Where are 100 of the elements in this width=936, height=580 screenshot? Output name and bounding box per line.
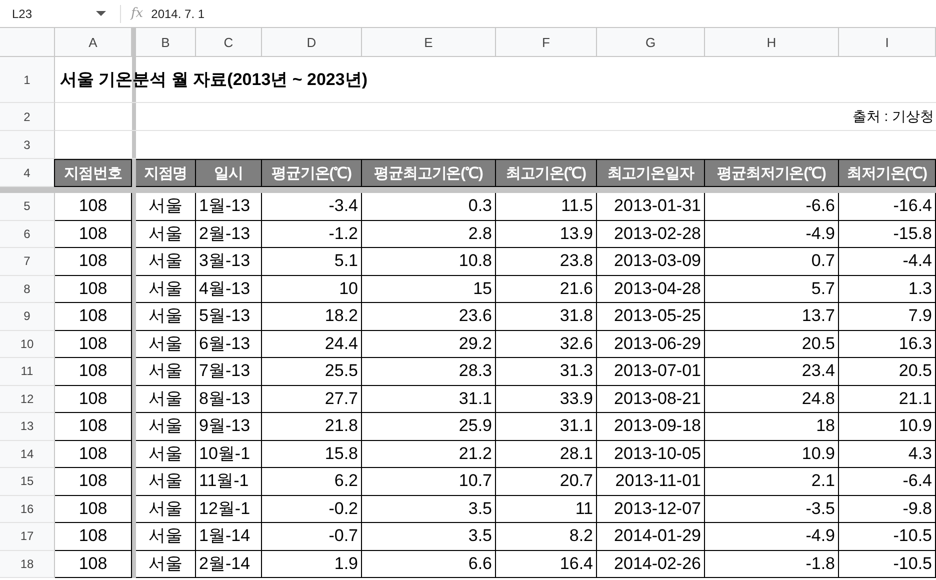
table-cell: 108 <box>55 330 132 358</box>
row-header[interactable]: 13 <box>0 413 55 440</box>
table-cell: 서울 <box>136 248 196 276</box>
table-cell: 18.2 <box>262 303 362 330</box>
column-header[interactable]: H <box>705 28 839 57</box>
table-cell: 24.8 <box>705 386 839 413</box>
table-cell: 0.3 <box>362 193 496 220</box>
table-cell: 23.4 <box>705 358 839 386</box>
table-cell: 10.9 <box>705 440 839 468</box>
table-cell: 33.9 <box>496 386 597 413</box>
column-header[interactable]: C <box>196 28 262 57</box>
cell-reference-field[interactable]: L23 <box>0 6 80 20</box>
table-cell: -1.8 <box>705 550 839 578</box>
row-header[interactable]: 2 <box>0 103 55 131</box>
table-cell: 9월-13 <box>196 413 262 440</box>
table-cell: 32.6 <box>496 330 597 358</box>
table-cell: 21.2 <box>362 440 496 468</box>
table-cell: 108 <box>55 358 132 386</box>
column-header[interactable]: G <box>597 28 705 57</box>
table-cell: 108 <box>55 386 132 413</box>
row-header[interactable]: 17 <box>0 523 55 550</box>
table-cell: 2013-07-01 <box>597 358 705 386</box>
table-cell: 2013-06-29 <box>597 330 705 358</box>
table-cell: -16.4 <box>839 193 936 220</box>
table-cell: 23.8 <box>496 248 597 276</box>
table-cell: 서울 <box>136 413 196 440</box>
header-cell: 최고기온(℃) <box>495 159 597 187</box>
table-cell: -15.8 <box>839 220 936 248</box>
table-cell: 1.9 <box>262 550 362 578</box>
formula-field[interactable]: 2014. 7. 1 <box>151 6 205 20</box>
table-cell: 108 <box>55 523 132 550</box>
function-label: fx <box>131 6 144 21</box>
table-cell: 6.6 <box>362 550 496 578</box>
column-header[interactable]: D <box>262 28 362 57</box>
table-cell: 108 <box>55 248 132 276</box>
column-header[interactable]: F <box>496 28 597 57</box>
row-header[interactable]: 16 <box>0 496 55 523</box>
table-cell: 2013-04-28 <box>597 276 705 303</box>
table-cell: 서울 <box>136 303 196 330</box>
table-cell: 23.6 <box>362 303 496 330</box>
row-header[interactable]: 10 <box>0 330 55 358</box>
table-cell: 10.7 <box>362 468 496 496</box>
table-cell: 15.8 <box>262 440 362 468</box>
row-header[interactable]: 12 <box>0 386 55 413</box>
table-cell: -3.4 <box>262 193 362 220</box>
row-header[interactable]: 6 <box>0 220 55 248</box>
table-cell: 4.3 <box>839 440 936 468</box>
table-cell: 서울 <box>136 523 196 550</box>
table-cell: 21.6 <box>496 276 597 303</box>
row-header[interactable]: 1 <box>0 57 55 103</box>
row-header[interactable]: 8 <box>0 276 55 303</box>
table-cell: 21.1 <box>839 386 936 413</box>
table-cell: 서울 <box>136 550 196 578</box>
table-cell: 서울 <box>136 358 196 386</box>
table-cell: 2013-03-09 <box>597 248 705 276</box>
table-cell: 108 <box>55 303 132 330</box>
table-cell: 13.9 <box>496 220 597 248</box>
table-cell: 29.2 <box>362 330 496 358</box>
table-cell: 8.2 <box>496 523 597 550</box>
table-cell: -0.7 <box>262 523 362 550</box>
table-cell: 7월-13 <box>196 358 262 386</box>
table-cell: 7.9 <box>839 303 936 330</box>
row-header[interactable]: 4 <box>0 159 55 187</box>
table-cell: -10.5 <box>839 550 936 578</box>
header-cell: 평균최고기온(℃) <box>361 159 496 187</box>
table-cell: 0.7 <box>705 248 839 276</box>
column-header[interactable]: A <box>55 28 132 57</box>
table-cell: -4.9 <box>705 220 839 248</box>
row-header[interactable]: 14 <box>0 440 55 468</box>
row-header[interactable]: 9 <box>0 303 55 330</box>
row-header[interactable]: 7 <box>0 248 55 276</box>
row-header[interactable]: 5 <box>0 193 55 220</box>
table-cell: 서울 <box>136 220 196 248</box>
table-cell: 서울 <box>136 193 196 220</box>
column-header[interactable]: B <box>136 28 196 57</box>
row-header[interactable]: 3 <box>0 131 55 159</box>
table-cell: 3월-13 <box>196 248 262 276</box>
table-cell: 18 <box>705 413 839 440</box>
table-cell: 1월-13 <box>196 193 262 220</box>
table-cell: 2014-01-29 <box>597 523 705 550</box>
row-header[interactable]: 11 <box>0 358 55 386</box>
table-cell: 2013-05-25 <box>597 303 705 330</box>
column-header[interactable]: I <box>839 28 936 57</box>
table-cell: -4.4 <box>839 248 936 276</box>
row-header[interactable]: 18 <box>0 550 55 578</box>
table-cell: -4.9 <box>705 523 839 550</box>
column-header[interactable]: E <box>362 28 496 57</box>
row-header[interactable]: 15 <box>0 468 55 496</box>
table-cell: 2013-02-28 <box>597 220 705 248</box>
table-cell: -6.6 <box>705 193 839 220</box>
table-cell: 2013-12-07 <box>597 496 705 523</box>
table-cell: 2014-02-26 <box>597 550 705 578</box>
table-cell: 1월-14 <box>196 523 262 550</box>
table-cell: -10.5 <box>839 523 936 550</box>
header-cell: 지점명 <box>135 159 196 187</box>
table-cell: 16.4 <box>496 550 597 578</box>
table-cell: 10.8 <box>362 248 496 276</box>
table-cell: 27.7 <box>262 386 362 413</box>
table-cell: -1.2 <box>262 220 362 248</box>
caret-icon[interactable] <box>96 11 106 16</box>
